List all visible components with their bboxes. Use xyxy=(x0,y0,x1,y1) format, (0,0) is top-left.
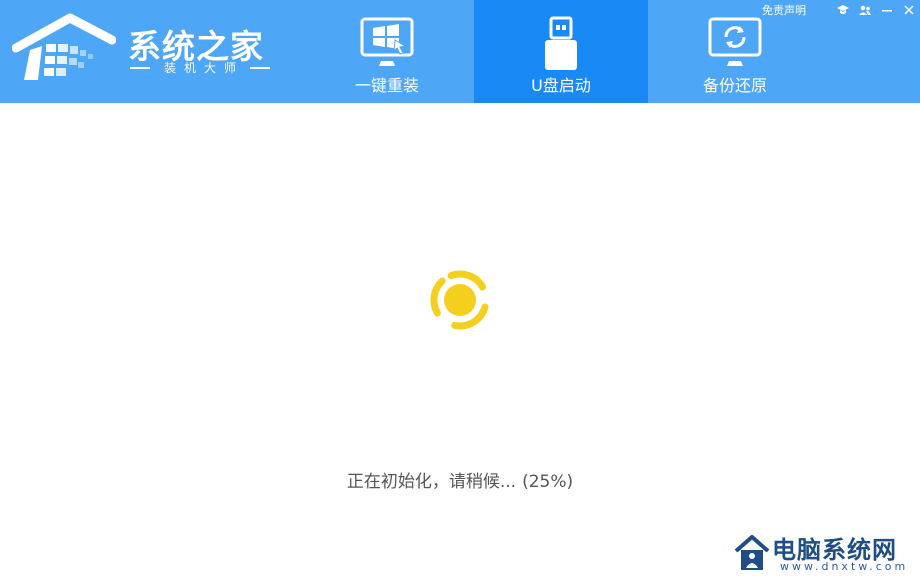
tab-label: 一键重装 xyxy=(354,76,419,95)
graduation-cap-icon[interactable] xyxy=(832,0,854,20)
app-header: 系统之家 装机大师 一键重装 U盘启动 备份还原 免责声明 xyxy=(0,0,920,103)
house-icon xyxy=(734,535,770,570)
subtitle-left-dash xyxy=(130,66,150,69)
backup-restore-icon xyxy=(708,17,762,66)
users-icon[interactable] xyxy=(854,0,876,20)
disclaimer-link[interactable]: 免责声明 xyxy=(762,2,806,18)
windows-monitor-icon xyxy=(360,17,414,66)
brand-subtitle-text: 装机大师 xyxy=(163,61,244,75)
status-text: 正在初始化，请稍候... xyxy=(346,472,517,492)
main-content: 正在初始化，请稍候... (25%) xyxy=(0,103,920,580)
tab-label: 备份还原 xyxy=(702,76,767,95)
brand-subtitle: 装机大师 xyxy=(130,59,270,76)
subtitle-right-dash xyxy=(249,66,270,69)
tab-one-key-reinstall[interactable]: 一键重装 xyxy=(300,0,474,103)
watermark-url: www.dnxtw.com xyxy=(780,560,909,573)
usb-drive-icon xyxy=(545,16,577,70)
house-logo-icon xyxy=(12,13,116,80)
status-line: 正在初始化，请稍候... (25%) xyxy=(0,467,920,492)
tab-usb-boot[interactable]: U盘启动 xyxy=(474,0,648,103)
minimize-icon[interactable] xyxy=(876,0,898,20)
close-icon[interactable] xyxy=(898,0,920,20)
loading-spinner-icon xyxy=(430,270,489,330)
watermark: 电脑系统网 www.dnxtw.com xyxy=(734,530,914,576)
tab-label: U盘启动 xyxy=(531,76,591,95)
brand-logo: 系统之家 装机大师 xyxy=(12,10,282,85)
progress-percent: (25%) xyxy=(522,472,574,492)
window-controls: 免责声明 xyxy=(762,0,920,20)
